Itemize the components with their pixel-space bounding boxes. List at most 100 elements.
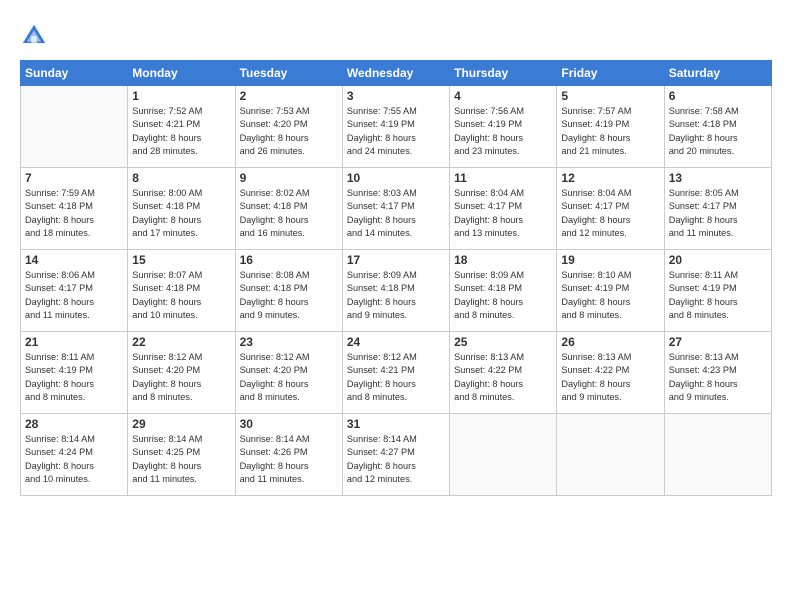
calendar-header-wednesday: Wednesday [342,61,449,86]
day-number: 13 [669,171,767,185]
calendar-cell: 8 Sunrise: 8:00 AM Sunset: 4:18 PM Daylig… [128,168,235,250]
calendar-header-tuesday: Tuesday [235,61,342,86]
calendar-cell: 7 Sunrise: 7:59 AM Sunset: 4:18 PM Daylig… [21,168,128,250]
calendar-cell: 28 Sunrise: 8:14 AM Sunset: 4:24 PM Dayli… [21,414,128,496]
day-info: Sunrise: 8:13 AM Sunset: 4:23 PM Dayligh… [669,351,767,404]
day-number: 7 [25,171,123,185]
day-info: Sunrise: 8:06 AM Sunset: 4:17 PM Dayligh… [25,269,123,322]
calendar-cell: 15 Sunrise: 8:07 AM Sunset: 4:18 PM Dayli… [128,250,235,332]
page: SundayMondayTuesdayWednesdayThursdayFrid… [0,0,792,612]
day-number: 23 [240,335,338,349]
calendar-cell: 1 Sunrise: 7:52 AM Sunset: 4:21 PM Daylig… [128,86,235,168]
day-info: Sunrise: 8:13 AM Sunset: 4:22 PM Dayligh… [454,351,552,404]
calendar-cell [21,86,128,168]
day-number: 17 [347,253,445,267]
calendar-cell: 30Sunrise: 8:14 AM Sunset: 4:26 PM Dayli… [235,414,342,496]
calendar-table: SundayMondayTuesdayWednesdayThursdayFrid… [20,60,772,496]
calendar-header-thursday: Thursday [450,61,557,86]
day-number: 22 [132,335,230,349]
day-info: Sunrise: 8:13 AM Sunset: 4:22 PM Dayligh… [561,351,659,404]
day-number: 11 [454,171,552,185]
day-info: Sunrise: 8:14 AM Sunset: 4:26 PM Dayligh… [240,433,338,486]
day-number: 27 [669,335,767,349]
day-info: Sunrise: 8:12 AM Sunset: 4:21 PM Dayligh… [347,351,445,404]
day-info: Sunrise: 8:04 AM Sunset: 4:17 PM Dayligh… [561,187,659,240]
calendar-header-friday: Friday [557,61,664,86]
day-info: Sunrise: 7:56 AM Sunset: 4:19 PM Dayligh… [454,105,552,158]
day-number: 3 [347,89,445,103]
day-info: Sunrise: 7:58 AM Sunset: 4:18 PM Dayligh… [669,105,767,158]
calendar-header-saturday: Saturday [664,61,771,86]
calendar-week-row: 21 Sunrise: 8:11 AM Sunset: 4:19 PM Dayli… [21,332,772,414]
day-info: Sunrise: 8:14 AM Sunset: 4:24 PM Dayligh… [25,433,123,486]
day-info: Sunrise: 8:05 AM Sunset: 4:17 PM Dayligh… [669,187,767,240]
calendar-cell: 24 Sunrise: 8:12 AM Sunset: 4:21 PM Dayli… [342,332,449,414]
day-number: 12 [561,171,659,185]
day-info: Sunrise: 8:12 AM Sunset: 4:20 PM Dayligh… [132,351,230,404]
day-number: 18 [454,253,552,267]
day-number: 26 [561,335,659,349]
calendar-cell: 10Sunrise: 8:03 AM Sunset: 4:17 PM Dayli… [342,168,449,250]
day-number: 8 [132,171,230,185]
calendar-week-row: 1 Sunrise: 7:52 AM Sunset: 4:21 PM Daylig… [21,86,772,168]
day-number: 2 [240,89,338,103]
calendar-cell: 26 Sunrise: 8:13 AM Sunset: 4:22 PM Dayli… [557,332,664,414]
calendar-cell [450,414,557,496]
day-number: 4 [454,89,552,103]
day-number: 16 [240,253,338,267]
day-info: Sunrise: 8:09 AM Sunset: 4:18 PM Dayligh… [347,269,445,322]
day-number: 1 [132,89,230,103]
day-info: Sunrise: 7:59 AM Sunset: 4:18 PM Dayligh… [25,187,123,240]
calendar-week-row: 28 Sunrise: 8:14 AM Sunset: 4:24 PM Dayli… [21,414,772,496]
calendar-cell: 23 Sunrise: 8:12 AM Sunset: 4:20 PM Dayli… [235,332,342,414]
day-info: Sunrise: 8:10 AM Sunset: 4:19 PM Dayligh… [561,269,659,322]
calendar-cell: 25 Sunrise: 8:13 AM Sunset: 4:22 PM Dayli… [450,332,557,414]
calendar-cell: 13 Sunrise: 8:05 AM Sunset: 4:17 PM Dayli… [664,168,771,250]
day-info: Sunrise: 8:02 AM Sunset: 4:18 PM Dayligh… [240,187,338,240]
calendar-cell: 31Sunrise: 8:14 AM Sunset: 4:27 PM Dayli… [342,414,449,496]
day-number: 15 [132,253,230,267]
day-number: 14 [25,253,123,267]
day-number: 21 [25,335,123,349]
calendar-cell: 21 Sunrise: 8:11 AM Sunset: 4:19 PM Dayli… [21,332,128,414]
day-number: 28 [25,417,123,431]
day-number: 19 [561,253,659,267]
day-info: Sunrise: 7:57 AM Sunset: 4:19 PM Dayligh… [561,105,659,158]
day-info: Sunrise: 8:14 AM Sunset: 4:27 PM Dayligh… [347,433,445,486]
calendar-cell: 4 Sunrise: 7:56 AM Sunset: 4:19 PM Daylig… [450,86,557,168]
day-info: Sunrise: 8:12 AM Sunset: 4:20 PM Dayligh… [240,351,338,404]
day-number: 5 [561,89,659,103]
calendar-header-row: SundayMondayTuesdayWednesdayThursdayFrid… [21,61,772,86]
day-info: Sunrise: 8:04 AM Sunset: 4:17 PM Dayligh… [454,187,552,240]
calendar-cell: 19 Sunrise: 8:10 AM Sunset: 4:19 PM Dayli… [557,250,664,332]
calendar-cell [664,414,771,496]
day-info: Sunrise: 8:09 AM Sunset: 4:18 PM Dayligh… [454,269,552,322]
calendar-header-sunday: Sunday [21,61,128,86]
calendar-cell: 3 Sunrise: 7:55 AM Sunset: 4:19 PM Daylig… [342,86,449,168]
calendar-cell: 27 Sunrise: 8:13 AM Sunset: 4:23 PM Dayli… [664,332,771,414]
calendar-week-row: 14 Sunrise: 8:06 AM Sunset: 4:17 PM Dayli… [21,250,772,332]
day-number: 20 [669,253,767,267]
logo [20,22,52,50]
day-info: Sunrise: 8:11 AM Sunset: 4:19 PM Dayligh… [25,351,123,404]
day-number: 6 [669,89,767,103]
day-info: Sunrise: 8:07 AM Sunset: 4:18 PM Dayligh… [132,269,230,322]
calendar-cell: 6 Sunrise: 7:58 AM Sunset: 4:18 PM Daylig… [664,86,771,168]
calendar-cell [557,414,664,496]
day-number: 10 [347,171,445,185]
day-info: Sunrise: 8:08 AM Sunset: 4:18 PM Dayligh… [240,269,338,322]
calendar-cell: 16 Sunrise: 8:08 AM Sunset: 4:18 PM Dayli… [235,250,342,332]
day-number: 9 [240,171,338,185]
day-number: 25 [454,335,552,349]
calendar-cell: 20 Sunrise: 8:11 AM Sunset: 4:19 PM Dayli… [664,250,771,332]
day-info: Sunrise: 8:00 AM Sunset: 4:18 PM Dayligh… [132,187,230,240]
calendar-cell: 2 Sunrise: 7:53 AM Sunset: 4:20 PM Daylig… [235,86,342,168]
day-info: Sunrise: 7:55 AM Sunset: 4:19 PM Dayligh… [347,105,445,158]
day-number: 24 [347,335,445,349]
day-info: Sunrise: 7:53 AM Sunset: 4:20 PM Dayligh… [240,105,338,158]
calendar-cell: 29Sunrise: 8:14 AM Sunset: 4:25 PM Dayli… [128,414,235,496]
day-info: Sunrise: 7:52 AM Sunset: 4:21 PM Dayligh… [132,105,230,158]
calendar-week-row: 7 Sunrise: 7:59 AM Sunset: 4:18 PM Daylig… [21,168,772,250]
day-info: Sunrise: 8:11 AM Sunset: 4:19 PM Dayligh… [669,269,767,322]
header [20,18,772,50]
